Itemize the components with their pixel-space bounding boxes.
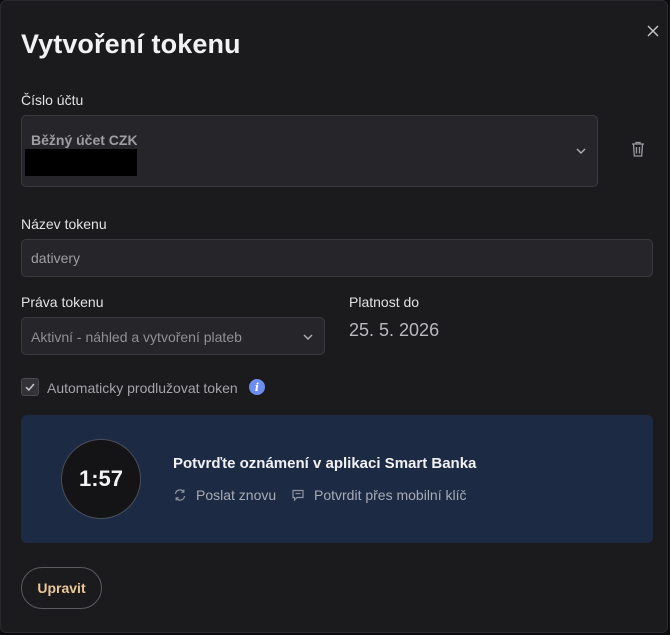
validity-value: 25. 5. 2026 (349, 320, 440, 340)
validity-label: Platnost do (349, 294, 420, 310)
trash-icon (632, 141, 644, 157)
token-name-label: Název tokenu (21, 216, 107, 232)
chevron-down-icon (576, 148, 586, 154)
delete-account-button[interactable] (628, 139, 648, 159)
rights-label: Práva tokenu (21, 294, 104, 310)
info-icon[interactable]: i (249, 379, 265, 395)
close-button[interactable] (643, 21, 663, 41)
token-name-input[interactable]: dativery (21, 239, 653, 277)
account-name: Běžný účet CZK (31, 132, 138, 148)
refresh-icon (174, 489, 186, 501)
auto-extend-checkbox[interactable] (21, 378, 39, 396)
resend-button[interactable]: Poslat znovu (173, 487, 276, 503)
rights-value: Aktivní - náhled a vytvoření plateb (31, 329, 242, 345)
mobile-key-button[interactable]: Potvrdit přes mobilní klíč (291, 487, 467, 503)
message-icon (292, 489, 304, 502)
create-token-dialog: Vytvoření tokenu Číslo účtu Běžný účet C… (0, 0, 668, 633)
rights-select[interactable]: Aktivní - náhled a vytvoření plateb (21, 317, 325, 355)
dialog-title: Vytvoření tokenu (21, 29, 241, 59)
resend-label: Poslat znovu (196, 487, 277, 503)
checkmark-icon (25, 383, 35, 392)
confirmation-title: Potvrďte oznámení v aplikaci Smart Banka (173, 455, 477, 472)
auto-extend-label[interactable]: Automaticky prodlužovat token (47, 380, 238, 396)
close-icon (647, 25, 659, 37)
chevron-down-icon (303, 334, 313, 340)
account-select[interactable]: Běžný účet CZK (21, 115, 598, 187)
countdown-timer: 1:57 (61, 439, 141, 519)
edit-button[interactable]: Upravit (21, 567, 102, 609)
account-number-redacted (25, 149, 137, 176)
mobile-key-label: Potvrdit přes mobilní klíč (314, 487, 467, 503)
confirmation-panel: 1:57 Potvrďte oznámení v aplikaci Smart … (21, 415, 653, 543)
account-label: Číslo účtu (21, 92, 84, 108)
